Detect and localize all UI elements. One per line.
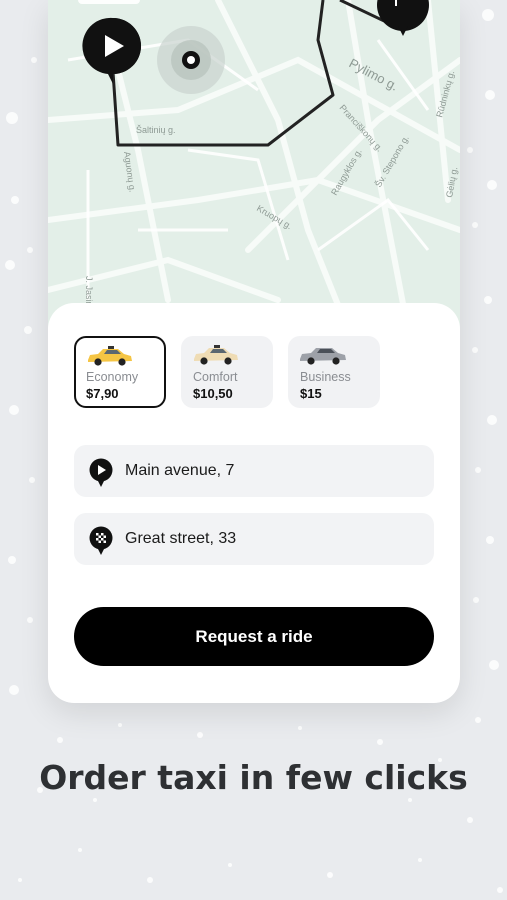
ride-option-name: Comfort <box>193 370 238 384</box>
pickup-address: Main avenue, 7 <box>125 462 235 479</box>
start-marker-play-icon[interactable] <box>82 17 141 84</box>
destination-address: Great street, 33 <box>125 530 237 547</box>
request-ride-button[interactable]: Request a ride <box>74 607 434 666</box>
ride-option-comfort[interactable]: Comfort $10,50 <box>181 336 273 408</box>
ride-request-panel: Economy $7,90 Comfort $10,50 Business $1… <box>48 303 460 703</box>
ride-option-business[interactable]: Business $15 <box>288 336 380 408</box>
phone-screen: Pylimo g. Šaltinių g. Aguonų g. Prancišk… <box>48 0 460 703</box>
taxi-car-icon <box>194 345 238 365</box>
ride-option-name: Business <box>300 370 351 384</box>
ride-option-price: $15 <box>300 386 322 401</box>
street-label: Šaltinių g. <box>136 125 176 135</box>
ride-option-price: $10,50 <box>193 386 233 401</box>
play-pin-icon <box>89 458 113 487</box>
street-label: Aguonų g. <box>122 151 138 193</box>
location-dot-icon <box>157 26 225 94</box>
ride-option-name: Economy <box>86 370 139 384</box>
business-car-icon <box>300 348 346 365</box>
taxi-car-icon <box>88 346 132 366</box>
ride-option-price: $7,90 <box>86 386 119 401</box>
ride-option-economy[interactable]: Economy $7,90 <box>74 336 166 408</box>
promo-headline: Order taxi in few clicks <box>39 758 468 797</box>
destination-field[interactable]: Great street, 33 <box>74 513 434 565</box>
checkered-pin-icon <box>89 526 113 555</box>
map-canvas[interactable]: Pylimo g. Šaltinių g. Aguonų g. Prancišk… <box>48 0 460 330</box>
pickup-field[interactable]: Main avenue, 7 <box>74 445 434 497</box>
destination-marker-flag-icon[interactable] <box>377 0 429 36</box>
map-view[interactable]: Pylimo g. Šaltinių g. Aguonų g. Prancišk… <box>48 0 460 330</box>
street-label: Pranciškonų g. <box>338 103 385 154</box>
